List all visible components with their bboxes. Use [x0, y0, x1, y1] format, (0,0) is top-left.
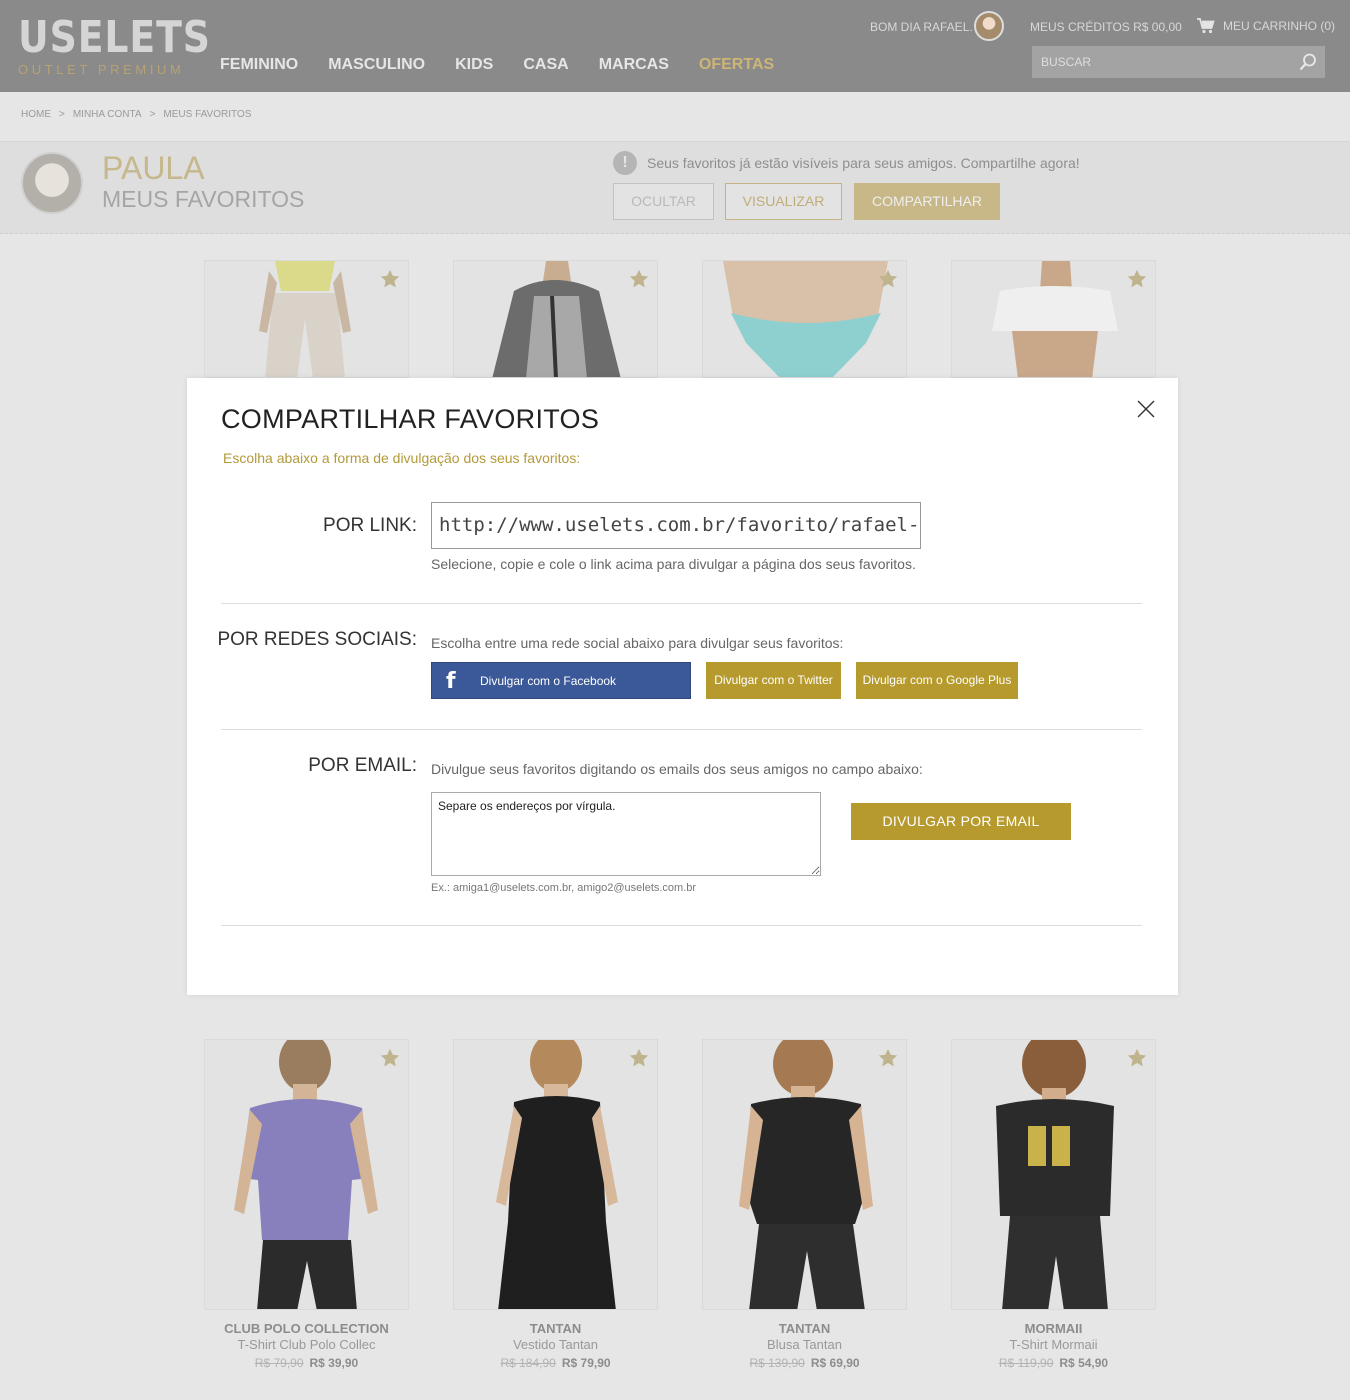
product-name[interactable]: T-Shirt Club Polo Collec — [204, 1337, 409, 1352]
favorite-star-icon[interactable] — [628, 1047, 650, 1069]
product-prices: R$ 119,90 R$ 54,90 — [951, 1356, 1156, 1370]
share-favorites-modal: COMPARTILHAR FAVORITOS Escolha abaixo a … — [187, 378, 1178, 995]
sale-price: R$ 69,90 — [810, 1356, 860, 1370]
sale-price: R$ 39,90 — [309, 1356, 359, 1370]
product-name[interactable]: T-Shirt Mormaii — [951, 1337, 1156, 1352]
view-button[interactable]: VISUALIZAR — [725, 183, 842, 220]
divider — [221, 729, 1142, 730]
logo[interactable]: USELETS OUTLET PREMIUM — [18, 12, 242, 78]
share-button[interactable]: COMPARTILHAR — [854, 183, 1000, 220]
hide-button[interactable]: OCULTAR — [613, 183, 714, 220]
nav-marcas[interactable]: MARCAS — [599, 56, 669, 74]
product-brand: CLUB POLO COLLECTION — [224, 1321, 389, 1336]
twitter-share-button[interactable]: Divulgar com o Twitter — [706, 662, 841, 699]
product-brand: TANTAN — [778, 1321, 831, 1336]
product-prices: R$ 184,90 R$ 79,90 — [453, 1356, 658, 1370]
product-image[interactable] — [951, 1039, 1156, 1310]
social-hint: Escolha entre uma rede social abaixo par… — [431, 635, 844, 651]
email-recipients-field[interactable] — [431, 792, 821, 876]
product-image[interactable] — [453, 1039, 658, 1310]
breadcrumb-current: MEUS FAVORITOS — [163, 109, 252, 120]
credits-link[interactable]: MEUS CRÉDITOS R$ 00,00 — [1030, 20, 1182, 34]
product-brand: MORMAII — [1024, 1321, 1083, 1336]
breadcrumb-account[interactable]: MINHA CONTA — [73, 109, 142, 120]
social-section-label: POR REDES SOCIAIS: — [217, 629, 417, 650]
search-box — [1032, 46, 1325, 78]
breadcrumb-separator: > — [59, 109, 65, 120]
email-hint: Divulgue seus favoritos digitando os ema… — [431, 761, 923, 777]
cart-label: MEU CARRINHO (0) — [1223, 19, 1336, 33]
profile-name: PAULA — [102, 150, 205, 186]
cart-icon — [1197, 18, 1215, 34]
favorite-star-icon[interactable] — [1126, 1047, 1148, 1069]
divider — [221, 603, 1142, 604]
old-price: R$ 119,90 — [998, 1356, 1054, 1370]
share-notice: ! Seus favoritos já estão visíveis para … — [613, 151, 1080, 175]
product-image[interactable] — [204, 1039, 409, 1310]
product-name[interactable]: Blusa Tantan — [702, 1337, 907, 1352]
main-nav: FEMININO MASCULINO KIDS CASA MARCAS OFER… — [220, 56, 774, 74]
logo-tagline: OUTLET PREMIUM — [18, 62, 185, 77]
search-input[interactable] — [1032, 55, 1282, 69]
notice-text: Seus favoritos já estão visíveis para se… — [647, 155, 1080, 171]
search-icon[interactable] — [1299, 53, 1317, 71]
profile-subtitle: MEUS FAVORITOS — [102, 186, 305, 212]
favorite-star-icon[interactable] — [379, 1047, 401, 1069]
modal-subtitle: Escolha abaixo a forma de divulgação dos… — [223, 450, 581, 466]
nav-feminino[interactable]: FEMININO — [220, 56, 298, 74]
sale-price: R$ 54,90 — [1059, 1356, 1109, 1370]
greeting-text: BOM DIA RAFAEL. — [870, 20, 973, 34]
divider — [221, 925, 1142, 926]
googleplus-share-button[interactable]: Divulgar com o Google Plus — [856, 662, 1018, 699]
alert-icon: ! — [613, 151, 637, 175]
share-link-field[interactable]: http://www.uselets.com.br/favorito/rafae… — [431, 502, 921, 549]
nav-casa[interactable]: CASA — [523, 56, 568, 74]
favorite-star-icon[interactable] — [628, 268, 650, 290]
facebook-icon: f — [446, 669, 456, 694]
nav-kids[interactable]: KIDS — [455, 56, 493, 74]
product-name[interactable]: Vestido Tantan — [453, 1337, 658, 1352]
logo-text: USELETS — [18, 12, 211, 63]
email-section-label: POR EMAIL: — [308, 755, 417, 776]
link-section-label: POR LINK: — [323, 515, 417, 536]
product-prices: R$ 79,90 R$ 39,90 — [204, 1356, 409, 1370]
product-brand: TANTAN — [529, 1321, 582, 1336]
user-avatar[interactable] — [974, 11, 1004, 41]
favorite-star-icon[interactable] — [379, 268, 401, 290]
close-icon[interactable] — [1137, 400, 1155, 418]
favorite-star-icon[interactable] — [1126, 268, 1148, 290]
cart-link[interactable]: MEU CARRINHO (0) — [1197, 18, 1335, 34]
old-price: R$ 184,90 — [500, 1356, 556, 1370]
send-email-button[interactable]: DIVULGAR POR EMAIL — [851, 803, 1071, 840]
nav-ofertas[interactable]: OFERTAS — [699, 56, 774, 74]
nav-masculino[interactable]: MASCULINO — [328, 56, 425, 74]
site-header: USELETS OUTLET PREMIUM FEMININO MASCULIN… — [0, 0, 1350, 92]
favorite-star-icon[interactable] — [877, 1047, 899, 1069]
product-prices: R$ 139,90 R$ 69,90 — [702, 1356, 907, 1370]
breadcrumb-home[interactable]: HOME — [21, 109, 51, 120]
profile-avatar — [21, 152, 83, 214]
old-price: R$ 79,90 — [254, 1356, 304, 1370]
favorite-star-icon[interactable] — [877, 268, 899, 290]
sale-price: R$ 79,90 — [561, 1356, 611, 1370]
product-image[interactable] — [702, 1039, 907, 1310]
link-hint: Selecione, copie e cole o link acima par… — [431, 556, 916, 572]
breadcrumb: HOME > MINHA CONTA > MEUS FAVORITOS — [21, 109, 251, 120]
facebook-share-label: Divulgar com o Facebook — [480, 674, 617, 688]
breadcrumb-separator: > — [149, 109, 156, 120]
email-example: Ex.: amiga1@uselets.com.br, amigo2@usele… — [431, 882, 697, 894]
facebook-share-button[interactable]: f Divulgar com o Facebook — [431, 662, 691, 699]
old-price: R$ 139,90 — [749, 1356, 805, 1370]
modal-title: COMPARTILHAR FAVORITOS — [221, 404, 600, 434]
